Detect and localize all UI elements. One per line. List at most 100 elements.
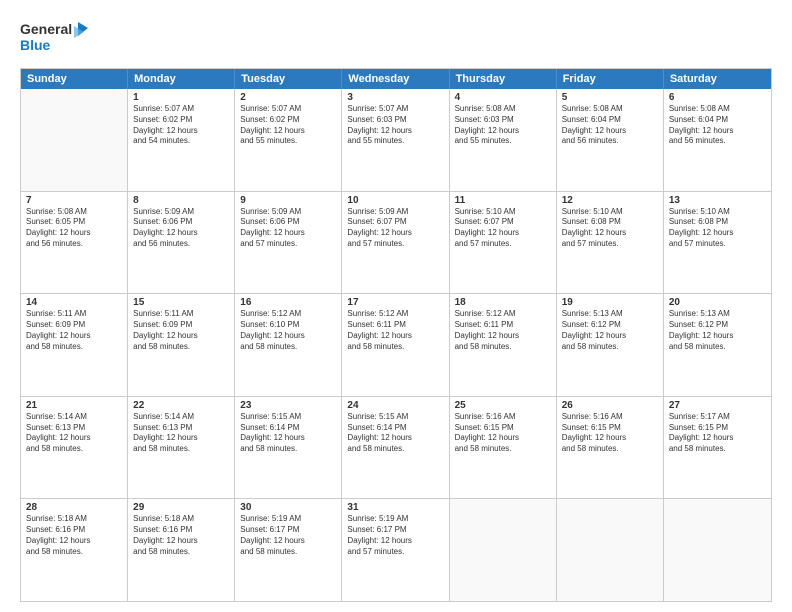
- day-number: 18: [455, 297, 551, 308]
- day-number: 14: [26, 297, 122, 308]
- cell-details: Sunrise: 5:07 AM Sunset: 6:03 PM Dayligh…: [347, 104, 443, 147]
- calendar-cell: 28Sunrise: 5:18 AM Sunset: 6:16 PM Dayli…: [21, 499, 128, 601]
- page: General Blue SundayMondayTuesdayWednesda…: [0, 0, 792, 612]
- day-number: 11: [455, 195, 551, 206]
- cell-details: Sunrise: 5:07 AM Sunset: 6:02 PM Dayligh…: [133, 104, 229, 147]
- calendar-cell: 26Sunrise: 5:16 AM Sunset: 6:15 PM Dayli…: [557, 397, 664, 499]
- cell-details: Sunrise: 5:11 AM Sunset: 6:09 PM Dayligh…: [133, 309, 229, 352]
- day-number: 23: [240, 400, 336, 411]
- calendar-cell: 24Sunrise: 5:15 AM Sunset: 6:14 PM Dayli…: [342, 397, 449, 499]
- calendar-cell: [664, 499, 771, 601]
- day-number: 6: [669, 92, 766, 103]
- calendar-cell: 18Sunrise: 5:12 AM Sunset: 6:11 PM Dayli…: [450, 294, 557, 396]
- cell-details: Sunrise: 5:10 AM Sunset: 6:08 PM Dayligh…: [562, 207, 658, 250]
- calendar-cell: 30Sunrise: 5:19 AM Sunset: 6:17 PM Dayli…: [235, 499, 342, 601]
- header-day: Tuesday: [235, 69, 342, 89]
- cell-details: Sunrise: 5:09 AM Sunset: 6:07 PM Dayligh…: [347, 207, 443, 250]
- calendar-cell: 29Sunrise: 5:18 AM Sunset: 6:16 PM Dayli…: [128, 499, 235, 601]
- calendar-cell: 4Sunrise: 5:08 AM Sunset: 6:03 PM Daylig…: [450, 89, 557, 191]
- calendar-row: 1Sunrise: 5:07 AM Sunset: 6:02 PM Daylig…: [21, 89, 771, 192]
- calendar-cell: 19Sunrise: 5:13 AM Sunset: 6:12 PM Dayli…: [557, 294, 664, 396]
- day-number: 26: [562, 400, 658, 411]
- cell-details: Sunrise: 5:12 AM Sunset: 6:11 PM Dayligh…: [347, 309, 443, 352]
- day-number: 29: [133, 502, 229, 513]
- cell-details: Sunrise: 5:15 AM Sunset: 6:14 PM Dayligh…: [347, 412, 443, 455]
- cell-details: Sunrise: 5:17 AM Sunset: 6:15 PM Dayligh…: [669, 412, 766, 455]
- day-number: 17: [347, 297, 443, 308]
- header-day: Monday: [128, 69, 235, 89]
- calendar-cell: 13Sunrise: 5:10 AM Sunset: 6:08 PM Dayli…: [664, 192, 771, 294]
- calendar: SundayMondayTuesdayWednesdayThursdayFrid…: [20, 68, 772, 602]
- svg-text:Blue: Blue: [20, 37, 51, 53]
- calendar-cell: 14Sunrise: 5:11 AM Sunset: 6:09 PM Dayli…: [21, 294, 128, 396]
- cell-details: Sunrise: 5:08 AM Sunset: 6:05 PM Dayligh…: [26, 207, 122, 250]
- calendar-cell: 23Sunrise: 5:15 AM Sunset: 6:14 PM Dayli…: [235, 397, 342, 499]
- day-number: 22: [133, 400, 229, 411]
- cell-details: Sunrise: 5:10 AM Sunset: 6:08 PM Dayligh…: [669, 207, 766, 250]
- calendar-cell: 2Sunrise: 5:07 AM Sunset: 6:02 PM Daylig…: [235, 89, 342, 191]
- cell-details: Sunrise: 5:19 AM Sunset: 6:17 PM Dayligh…: [347, 514, 443, 557]
- calendar-cell: [450, 499, 557, 601]
- calendar-cell: 15Sunrise: 5:11 AM Sunset: 6:09 PM Dayli…: [128, 294, 235, 396]
- svg-text:General: General: [20, 21, 72, 37]
- cell-details: Sunrise: 5:10 AM Sunset: 6:07 PM Dayligh…: [455, 207, 551, 250]
- header-day: Saturday: [664, 69, 771, 89]
- calendar-cell: 22Sunrise: 5:14 AM Sunset: 6:13 PM Dayli…: [128, 397, 235, 499]
- calendar-cell: 10Sunrise: 5:09 AM Sunset: 6:07 PM Dayli…: [342, 192, 449, 294]
- cell-details: Sunrise: 5:08 AM Sunset: 6:04 PM Dayligh…: [669, 104, 766, 147]
- cell-details: Sunrise: 5:16 AM Sunset: 6:15 PM Dayligh…: [455, 412, 551, 455]
- cell-details: Sunrise: 5:14 AM Sunset: 6:13 PM Dayligh…: [133, 412, 229, 455]
- cell-details: Sunrise: 5:15 AM Sunset: 6:14 PM Dayligh…: [240, 412, 336, 455]
- day-number: 5: [562, 92, 658, 103]
- calendar-cell: 27Sunrise: 5:17 AM Sunset: 6:15 PM Dayli…: [664, 397, 771, 499]
- cell-details: Sunrise: 5:19 AM Sunset: 6:17 PM Dayligh…: [240, 514, 336, 557]
- day-number: 9: [240, 195, 336, 206]
- day-number: 16: [240, 297, 336, 308]
- calendar-cell: 21Sunrise: 5:14 AM Sunset: 6:13 PM Dayli…: [21, 397, 128, 499]
- cell-details: Sunrise: 5:09 AM Sunset: 6:06 PM Dayligh…: [240, 207, 336, 250]
- calendar-row: 7Sunrise: 5:08 AM Sunset: 6:05 PM Daylig…: [21, 192, 771, 295]
- calendar-cell: [557, 499, 664, 601]
- calendar-cell: 20Sunrise: 5:13 AM Sunset: 6:12 PM Dayli…: [664, 294, 771, 396]
- calendar-cell: [21, 89, 128, 191]
- calendar-row: 14 Sunrise: 5:11 AM Sunset: 6:09 PM Dayli…: [21, 294, 771, 397]
- calendar-cell: 8Sunrise: 5:09 AM Sunset: 6:06 PM Daylig…: [128, 192, 235, 294]
- header-day: Sunday: [21, 69, 128, 89]
- day-number: 8: [133, 195, 229, 206]
- calendar-row: 21Sunrise: 5:14 AM Sunset: 6:13 PM Dayli…: [21, 397, 771, 500]
- calendar-cell: 17Sunrise: 5:12 AM Sunset: 6:11 PM Dayli…: [342, 294, 449, 396]
- calendar-cell: 1Sunrise: 5:07 AM Sunset: 6:02 PM Daylig…: [128, 89, 235, 191]
- day-number: 2: [240, 92, 336, 103]
- day-number: 19: [562, 297, 658, 308]
- day-number: 13: [669, 195, 766, 206]
- calendar-cell: 3Sunrise: 5:07 AM Sunset: 6:03 PM Daylig…: [342, 89, 449, 191]
- header-day: Wednesday: [342, 69, 449, 89]
- calendar-cell: 25Sunrise: 5:16 AM Sunset: 6:15 PM Dayli…: [450, 397, 557, 499]
- header: General Blue: [20, 18, 772, 60]
- day-number: 27: [669, 400, 766, 411]
- calendar-cell: 12Sunrise: 5:10 AM Sunset: 6:08 PM Dayli…: [557, 192, 664, 294]
- day-number: 7: [26, 195, 122, 206]
- cell-details: Sunrise: 5:18 AM Sunset: 6:16 PM Dayligh…: [26, 514, 122, 557]
- day-number: 15: [133, 297, 229, 308]
- cell-details: Sunrise: 5:08 AM Sunset: 6:03 PM Dayligh…: [455, 104, 551, 147]
- calendar-cell: 9Sunrise: 5:09 AM Sunset: 6:06 PM Daylig…: [235, 192, 342, 294]
- day-number: 3: [347, 92, 443, 103]
- cell-details: Sunrise: 5:07 AM Sunset: 6:02 PM Dayligh…: [240, 104, 336, 147]
- logo-svg: General Blue: [20, 18, 90, 60]
- day-number: 10: [347, 195, 443, 206]
- calendar-row: 28Sunrise: 5:18 AM Sunset: 6:16 PM Dayli…: [21, 499, 771, 601]
- cell-details: Sunrise: 5:09 AM Sunset: 6:06 PM Dayligh…: [133, 207, 229, 250]
- day-number: 1: [133, 92, 229, 103]
- day-number: 12: [562, 195, 658, 206]
- cell-details: Sunrise: 5:13 AM Sunset: 6:12 PM Dayligh…: [669, 309, 766, 352]
- cell-details: Sunrise: 5:13 AM Sunset: 6:12 PM Dayligh…: [562, 309, 658, 352]
- calendar-cell: 11Sunrise: 5:10 AM Sunset: 6:07 PM Dayli…: [450, 192, 557, 294]
- cell-details: Sunrise: 5:12 AM Sunset: 6:11 PM Dayligh…: [455, 309, 551, 352]
- day-number: 20: [669, 297, 766, 308]
- cell-details: Sunrise: 5:12 AM Sunset: 6:10 PM Dayligh…: [240, 309, 336, 352]
- calendar-cell: 16Sunrise: 5:12 AM Sunset: 6:10 PM Dayli…: [235, 294, 342, 396]
- cell-details: Sunrise: 5:16 AM Sunset: 6:15 PM Dayligh…: [562, 412, 658, 455]
- day-number: 24: [347, 400, 443, 411]
- calendar-cell: 5Sunrise: 5:08 AM Sunset: 6:04 PM Daylig…: [557, 89, 664, 191]
